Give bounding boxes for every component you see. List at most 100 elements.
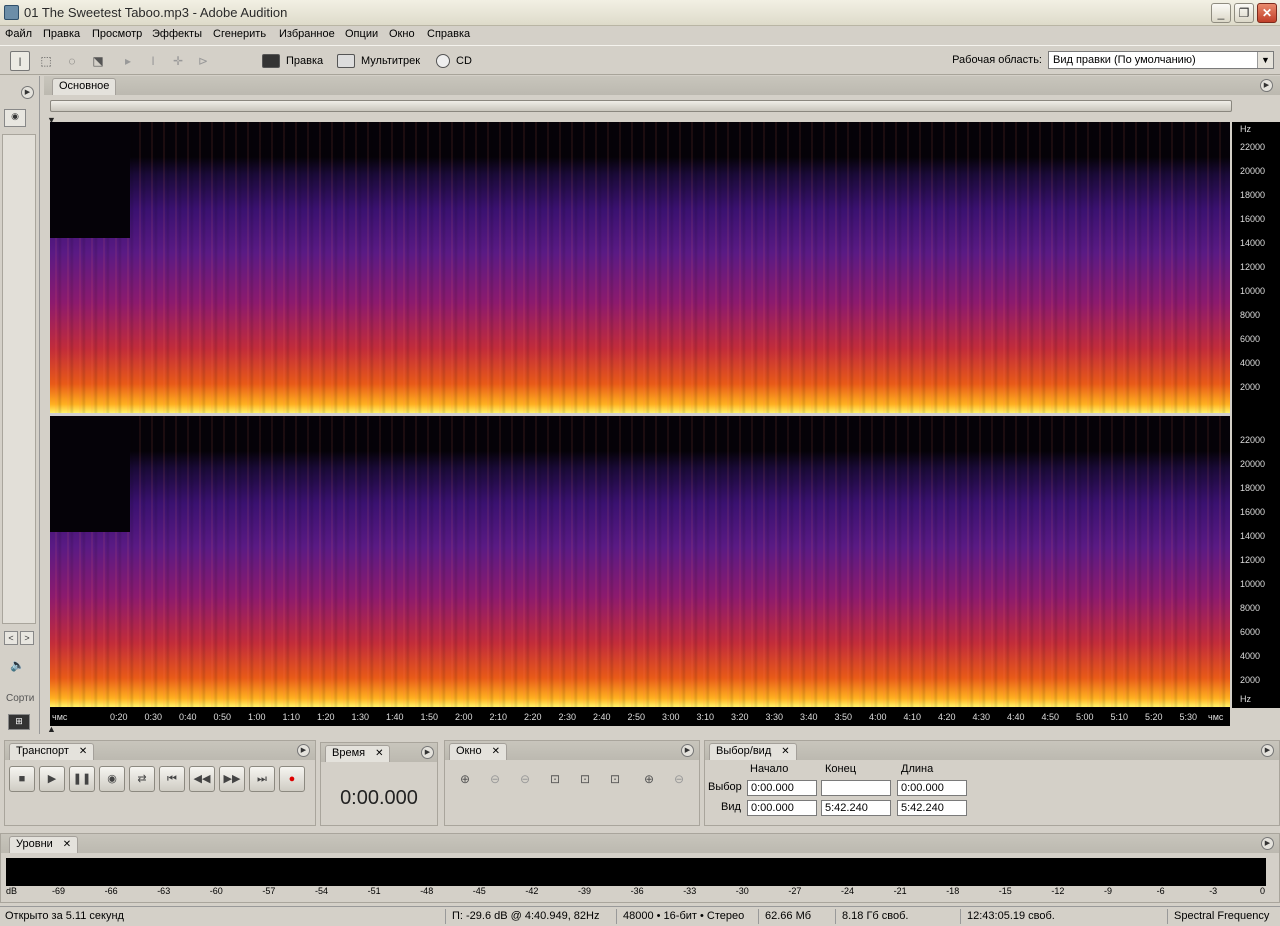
close-icon[interactable]: ✕: [63, 839, 71, 850]
level-scale-label: -15: [998, 886, 1012, 896]
chevron-right-icon[interactable]: >: [20, 631, 34, 645]
time-selection-tool-icon[interactable]: I: [10, 51, 30, 71]
zoom-in-vertical-icon[interactable]: ⊕: [639, 769, 659, 789]
stop-button[interactable]: ■: [9, 766, 35, 792]
level-scale-label: -24: [841, 886, 855, 896]
loop-button[interactable]: ⇄: [129, 766, 155, 792]
zoom-out-vertical-icon[interactable]: ⊖: [669, 769, 689, 789]
menu-favorites[interactable]: Избранное: [279, 28, 335, 40]
overview-scrollbar[interactable]: [50, 100, 1232, 112]
effects-paintbrush-icon[interactable]: ⬔: [88, 51, 108, 71]
time-tick-label: 2:10: [489, 712, 508, 722]
status-opened: Открыто за 5.11 секунд: [5, 910, 124, 922]
selection-start-field[interactable]: 0:00.000: [747, 780, 817, 796]
play-from-cursor-button[interactable]: ◉: [99, 766, 125, 792]
go-to-start-button[interactable]: ⏮: [159, 766, 185, 792]
menu-effects[interactable]: Эффекты: [152, 28, 202, 40]
close-icon[interactable]: ✕: [79, 746, 87, 757]
tab-transport[interactable]: Транспорт ✕: [9, 743, 95, 760]
menu-view[interactable]: Просмотр: [92, 28, 142, 40]
scrub-tool-icon[interactable]: ⊳: [193, 51, 213, 71]
chevron-left-icon[interactable]: <: [4, 631, 18, 645]
hybrid-tool-icon[interactable]: ✛: [168, 51, 188, 71]
cd-view-button[interactable]: CD: [436, 52, 472, 70]
menu-edit[interactable]: Правка: [43, 28, 80, 40]
hz-tick-label: 6000: [1240, 627, 1261, 637]
zoom-left-edge-icon[interactable]: ⊡: [575, 769, 595, 789]
view-start-field[interactable]: 0:00.000: [747, 800, 817, 816]
view-length-field[interactable]: 5:42.240: [897, 800, 967, 816]
row-view-label: Вид: [721, 801, 741, 813]
menu-file[interactable]: Файл: [5, 28, 32, 40]
tab-main[interactable]: Основное: [52, 78, 117, 95]
right-channel-spectrum[interactable]: [50, 416, 1230, 707]
time-ruler[interactable]: чмс 0:20 0:30 0:40 0:50 1:00 1:10 1:20 1:30 1:40 1…: [50, 708, 1230, 726]
minimize-button[interactable]: _: [1211, 3, 1231, 23]
tab-time[interactable]: Время ✕: [325, 745, 391, 762]
close-icon[interactable]: ✕: [781, 746, 789, 757]
file-list[interactable]: [2, 134, 36, 624]
maximize-button[interactable]: ❐: [1234, 3, 1254, 23]
panel-menu-icon[interactable]: ▶: [1261, 837, 1274, 850]
multitrack-view-button[interactable]: Мультитрек: [337, 52, 420, 70]
speaker-icon[interactable]: 🔈: [10, 658, 25, 672]
eye-icon[interactable]: ◉: [4, 109, 26, 127]
menu-window[interactable]: Окно: [389, 28, 415, 40]
level-scale-label: -6: [1156, 886, 1165, 896]
close-button[interactable]: ✕: [1257, 3, 1277, 23]
move-tool-icon[interactable]: ▸: [118, 51, 138, 71]
hz-tick-label: 8000: [1240, 603, 1261, 613]
marquee-tool-icon[interactable]: ⬚: [36, 51, 56, 71]
play-button[interactable]: ▶: [39, 766, 65, 792]
zoom-out-full-icon[interactable]: ⊖: [515, 769, 535, 789]
zoom-right-edge-icon[interactable]: ⊡: [605, 769, 625, 789]
sort-label: Сорти: [6, 693, 35, 704]
autoplay-icon[interactable]: ⊞: [8, 714, 30, 730]
lasso-tool-icon[interactable]: ◌: [62, 51, 82, 71]
record-button[interactable]: ●: [279, 766, 305, 792]
panel-menu-icon[interactable]: ▶: [1261, 744, 1274, 757]
panel-menu-icon[interactable]: ▶: [1260, 79, 1273, 92]
hz-tick-label: 20000: [1240, 166, 1266, 176]
selection-length-field[interactable]: 0:00.000: [897, 780, 967, 796]
time-tick-label: 2:00: [455, 712, 473, 722]
playhead-marker-icon[interactable]: ▲: [47, 724, 56, 734]
tab-levels[interactable]: Уровни ✕: [9, 836, 79, 853]
waveform-icon: [262, 54, 280, 69]
time-selection-icon[interactable]: I: [143, 51, 163, 71]
title-bar: 01 The Sweetest Taboo.mp3 - Adobe Auditi…: [0, 0, 1280, 26]
time-tick-label: 4:10: [903, 712, 922, 722]
close-icon[interactable]: ✕: [492, 746, 500, 757]
rewind-button[interactable]: ◀◀: [189, 766, 215, 792]
view-end-field[interactable]: 5:42.240: [821, 800, 891, 816]
level-scale-label: -3: [1209, 886, 1218, 896]
spectrogram-view[interactable]: [50, 122, 1230, 708]
left-channel-spectrum[interactable]: [50, 122, 1230, 413]
chevron-down-icon: ▼: [1257, 52, 1273, 68]
edit-view-button[interactable]: Правка: [262, 52, 323, 70]
close-icon[interactable]: ✕: [375, 748, 383, 759]
zoom-out-horizontal-icon[interactable]: ⊖: [485, 769, 505, 789]
zoom-to-selection-icon[interactable]: ⊡: [545, 769, 565, 789]
workspace-label: Рабочая область:: [952, 54, 1042, 66]
app-icon[interactable]: [4, 5, 19, 20]
main-tab-bar: Основное: [44, 76, 1280, 95]
hz-tick-label: 22000: [1240, 435, 1266, 445]
menu-generate[interactable]: Сгенерить: [213, 28, 266, 40]
panel-menu-icon[interactable]: ▶: [297, 744, 310, 757]
menu-options[interactable]: Опции: [345, 28, 378, 40]
pause-button[interactable]: ❚❚: [69, 766, 95, 792]
go-to-end-button[interactable]: ⏭: [249, 766, 275, 792]
panel-menu-icon[interactable]: ▶: [681, 744, 694, 757]
fast-forward-button[interactable]: ▶▶: [219, 766, 245, 792]
panel-menu-icon[interactable]: ▶: [421, 746, 434, 759]
selection-end-field[interactable]: [821, 780, 891, 796]
tab-selection-view[interactable]: Выбор/вид ✕: [709, 743, 797, 760]
time-tick-label: 1:00: [248, 712, 266, 722]
workspace-dropdown[interactable]: Вид правки (По умолчанию) ▼: [1048, 51, 1274, 69]
panel-menu-icon[interactable]: ▶: [21, 86, 34, 99]
tab-zoom[interactable]: Окно ✕: [449, 743, 507, 760]
zoom-in-horizontal-icon[interactable]: ⊕: [455, 769, 475, 789]
hz-tick-label: 8000: [1240, 310, 1261, 320]
menu-help[interactable]: Справка: [427, 28, 470, 40]
